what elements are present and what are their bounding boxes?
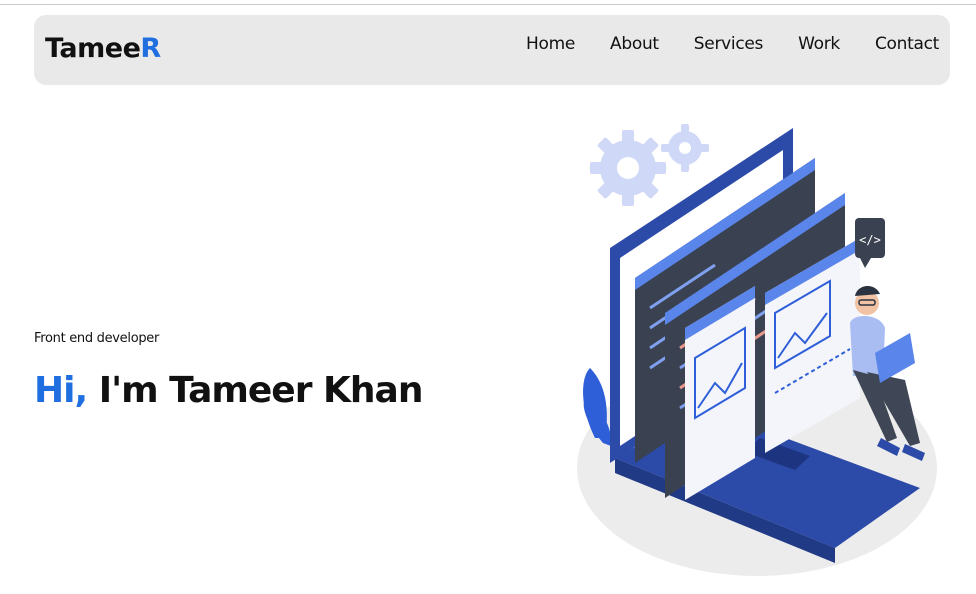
hero-headline: Hi, I'm Tameer Khan <box>34 370 424 411</box>
navbar: TameeR Home About Services Work Contact <box>34 15 950 85</box>
logo-accent-letter: R <box>140 33 161 64</box>
gear-icon <box>590 130 666 206</box>
logo[interactable]: TameeR <box>45 33 161 64</box>
top-divider <box>0 4 976 5</box>
nav-links: Home About Services Work Contact <box>526 34 939 54</box>
nav-link-home[interactable]: Home <box>526 34 575 54</box>
logo-text: Tamee <box>45 33 141 64</box>
nav-link-contact[interactable]: Contact <box>875 34 939 54</box>
code-bubble-text: </> <box>859 233 881 247</box>
nav-link-services[interactable]: Services <box>694 34 764 54</box>
developer-illustration: </> <box>577 124 937 576</box>
hero-name: I'm Tameer Khan <box>98 370 424 411</box>
gear-small-icon <box>661 124 709 172</box>
hero-greeting: Hi, <box>34 370 88 411</box>
hero-role: Front end developer <box>34 331 160 346</box>
nav-link-about[interactable]: About <box>610 34 659 54</box>
nav-link-work[interactable]: Work <box>798 34 840 54</box>
